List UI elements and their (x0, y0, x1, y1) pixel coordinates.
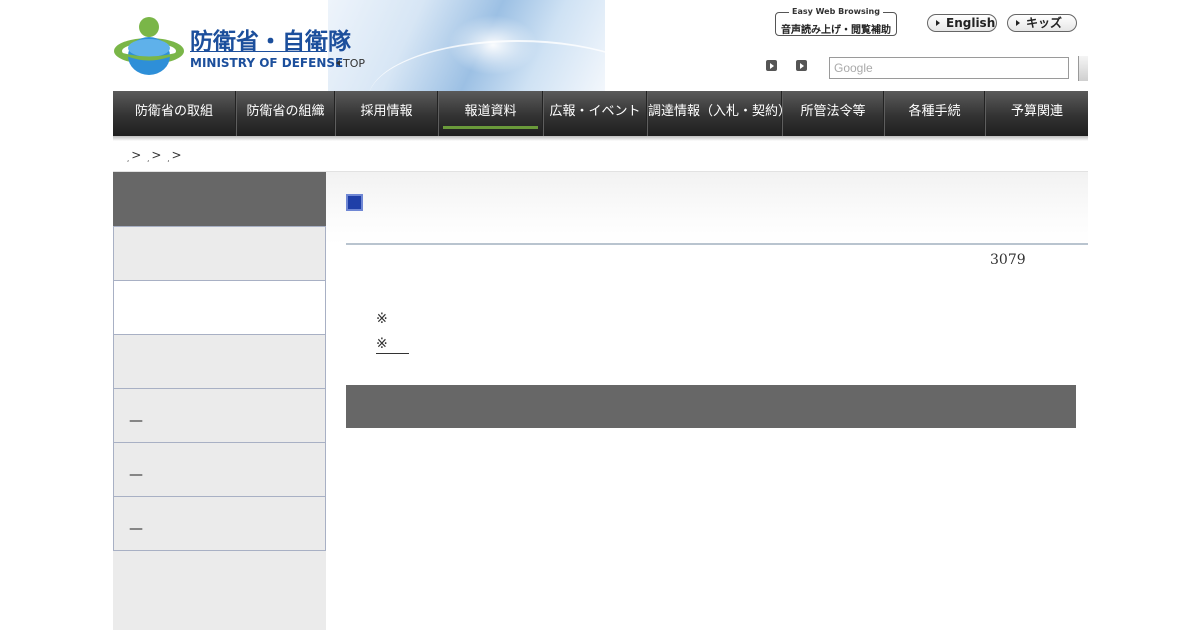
nav-item-procurement[interactable]: 調達情報（入札・契約） (647, 91, 791, 136)
nav-item-label: 広報・イベント (549, 104, 641, 119)
ministry-emblem-icon (114, 17, 184, 75)
title-rule (346, 243, 1088, 245)
arrow-right-square-icon[interactable] (766, 60, 777, 71)
english-label: English (946, 16, 996, 30)
top-link-label: TOP (343, 57, 366, 70)
nav-item-label: 防衛省の取組 (134, 104, 213, 119)
kids-button[interactable]: キッズ (1007, 14, 1077, 32)
arrow-right-square-icon[interactable] (796, 60, 807, 71)
nav-item-label: 予算関連 (1010, 104, 1063, 119)
header-earth-photo (328, 0, 605, 91)
arrow-right-icon (1016, 20, 1020, 26)
logo-divider (190, 51, 327, 52)
arrow-right-icon (936, 20, 940, 26)
easy-web-en-label: Easy Web Browsing (776, 7, 896, 16)
arrow-left-icon (336, 60, 340, 66)
nav-item-label: 調達情報（入札・契約） (648, 104, 792, 119)
sidebar-item[interactable]: — (113, 442, 326, 496)
sidebar-bottom-rule (113, 550, 326, 551)
breadcrumb-dot: , (167, 155, 170, 163)
search-input[interactable]: Google (829, 57, 1069, 79)
easy-web-ja-label: 音声読み上げ・閲覧補助 (781, 25, 891, 36)
note-text: ※ (376, 311, 388, 327)
site-header: 防衛省・自衛隊 MINISTRY OF DEFENSE TOP Easy Web… (113, 0, 1088, 91)
page-title-band (326, 172, 1088, 244)
global-nav: 防衛省の取組 防衛省の組織 採用情報 報道資料 広報・イベント 調達情報（入札・… (113, 91, 1088, 136)
breadcrumb-separator: > (151, 148, 162, 162)
top-link[interactable]: TOP (336, 57, 365, 70)
english-button[interactable]: English (927, 14, 997, 32)
nav-item-label: 報道資料 (464, 104, 517, 119)
nav-item-label: 各種手続 (908, 104, 961, 119)
sidebar-item[interactable] (113, 334, 326, 388)
title-square-icon (346, 194, 363, 211)
site-logo[interactable]: 防衛省・自衛隊 MINISTRY OF DEFENSE (113, 10, 351, 80)
logo-subtitle: MINISTRY OF DEFENSE (190, 56, 344, 70)
search-button[interactable] (1078, 56, 1088, 81)
main-content: 3079 ※ ※ (326, 172, 1088, 630)
nav-item-pr-events[interactable]: 広報・イベント (543, 91, 647, 136)
nav-item-recruitment[interactable]: 採用情報 (335, 91, 438, 136)
nav-item-budget[interactable]: 予算関連 (985, 91, 1088, 136)
sidebar-item[interactable]: — (113, 496, 326, 550)
nav-item-press-releases[interactable]: 報道資料 (438, 91, 543, 136)
sidebar-item-label: — (129, 467, 143, 483)
page: 防衛省・自衛隊 MINISTRY OF DEFENSE TOP Easy Web… (113, 0, 1088, 630)
sidebar-item-label: — (129, 521, 143, 537)
nav-item-procedures[interactable]: 各種手続 (884, 91, 985, 136)
search-placeholder: Google (834, 61, 873, 75)
nav-item-initiatives[interactable]: 防衛省の取組 (113, 91, 236, 136)
sidebar-item-label: — (129, 413, 143, 429)
breadcrumb-dot: , (147, 155, 150, 163)
easy-web-browsing-button[interactable]: Easy Web Browsing 音声読み上げ・閲覧補助 (775, 7, 897, 36)
nav-item-label: 採用情報 (360, 104, 413, 119)
section-header-bar (346, 385, 1076, 428)
sidebar-item[interactable] (113, 226, 326, 280)
nav-shadow (113, 136, 1088, 141)
note-link[interactable]: ※ (376, 336, 409, 354)
sidebar: — — — (113, 172, 326, 630)
sidebar-item[interactable]: — (113, 388, 326, 442)
breadcrumb-separator: > (131, 148, 142, 162)
nav-item-label: 防衛省の組織 (246, 104, 325, 119)
breadcrumb: , > , > , > (127, 148, 184, 163)
kids-label: キッズ (1026, 16, 1063, 30)
nav-item-laws[interactable]: 所管法令等 (782, 91, 884, 136)
breadcrumb-dot: , (127, 155, 130, 163)
nav-item-label: 所管法令等 (800, 104, 866, 119)
breadcrumb-separator: > (171, 148, 182, 162)
nav-item-organization[interactable]: 防衛省の組織 (236, 91, 335, 136)
sidebar-item-current[interactable] (113, 280, 326, 334)
document-number: 3079 (990, 252, 1026, 268)
sidebar-header (113, 172, 326, 226)
